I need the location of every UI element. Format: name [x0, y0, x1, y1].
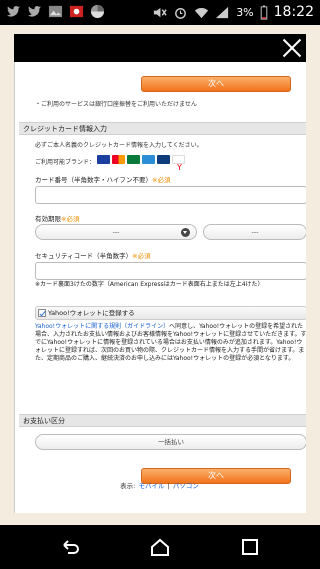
next-button-top[interactable]: 次へ	[141, 76, 291, 92]
brands-label: ご利用可能ブランド：	[35, 159, 96, 166]
expiry-label: 有効期限※必須	[35, 215, 80, 223]
security-code-label: セキュリティコード（半角数字）※必須	[35, 252, 151, 260]
card-number-label: カード番号（半角数字・ハイフン不要）※必須	[35, 176, 171, 184]
jcb-icon	[127, 155, 140, 164]
payment-type-select[interactable]: 一括払い	[35, 434, 306, 450]
recent-apps-icon[interactable]	[240, 537, 260, 557]
battery-percent: 3%	[236, 5, 254, 19]
payment-section-title: お支払い区分	[19, 414, 306, 427]
checkbox-checked-icon	[38, 309, 46, 317]
expiry-year-select[interactable]: ---	[203, 224, 306, 240]
svg-text:Y: Y	[176, 163, 182, 171]
home-icon[interactable]	[150, 537, 170, 557]
card-brands: Y	[97, 155, 185, 172]
card-instruction: 必ずご本人名義のクレジットカード情報を入力してください。	[35, 142, 203, 149]
pinwheel-icon	[90, 4, 105, 19]
image-icon	[48, 5, 63, 18]
card-number-input[interactable]	[35, 186, 306, 204]
bank-note: ・ご利用のサービスは銀行口座振替をご利用いただけません	[35, 101, 197, 108]
yahoo-icon: Y	[172, 155, 185, 172]
alarm-icon	[175, 7, 187, 19]
security-note: ※カード裏面3けたの数字（American Expressはカード表面右上または…	[35, 281, 264, 288]
credit-card-section-title: クレジットカード情報入力	[19, 122, 306, 135]
display-switch: 表示: モバイル | パソコン	[120, 482, 199, 490]
signal-icon	[216, 6, 229, 18]
battery-icon	[260, 4, 267, 20]
back-icon[interactable]	[60, 537, 80, 557]
expiry-month-select[interactable]: ---	[35, 224, 197, 240]
chevron-down-icon	[181, 228, 190, 237]
android-nav-bar	[0, 525, 320, 569]
status-left	[6, 4, 105, 19]
wifi-icon	[195, 7, 209, 18]
mastercard-icon	[112, 155, 125, 164]
mobile-link[interactable]: モバイル	[138, 482, 164, 490]
amex-icon	[142, 155, 155, 164]
diners-icon	[157, 155, 170, 164]
status-right: 3% 18:22	[152, 4, 314, 20]
security-code-input[interactable]	[35, 262, 306, 280]
mute-icon	[154, 7, 167, 17]
twitter-icon	[27, 6, 42, 17]
wallet-register-checkbox[interactable]: Yahoo!ウォレットに登録する	[35, 306, 306, 320]
clock: 18:22	[273, 4, 314, 20]
pc-link[interactable]: パソコン	[173, 482, 199, 490]
twitter-icon	[6, 6, 21, 17]
close-icon[interactable]	[278, 36, 306, 60]
visa-icon	[97, 155, 110, 164]
checkout-panel: 次へ ・ご利用のサービスは銀行口座振替をご利用いただけません クレジットカード情…	[14, 62, 306, 513]
photo-icon	[69, 5, 84, 18]
wallet-terms-text: Yahoo!ウォレットに関する規則（ガイドライン）へ同意し、Yahoo!ウォレッ…	[35, 323, 306, 362]
status-bar: 3% 18:22	[0, 0, 320, 25]
wallet-rules-link[interactable]: Yahoo!ウォレットに関する規則（ガイドライン）	[35, 323, 169, 330]
modal-header	[14, 34, 306, 62]
